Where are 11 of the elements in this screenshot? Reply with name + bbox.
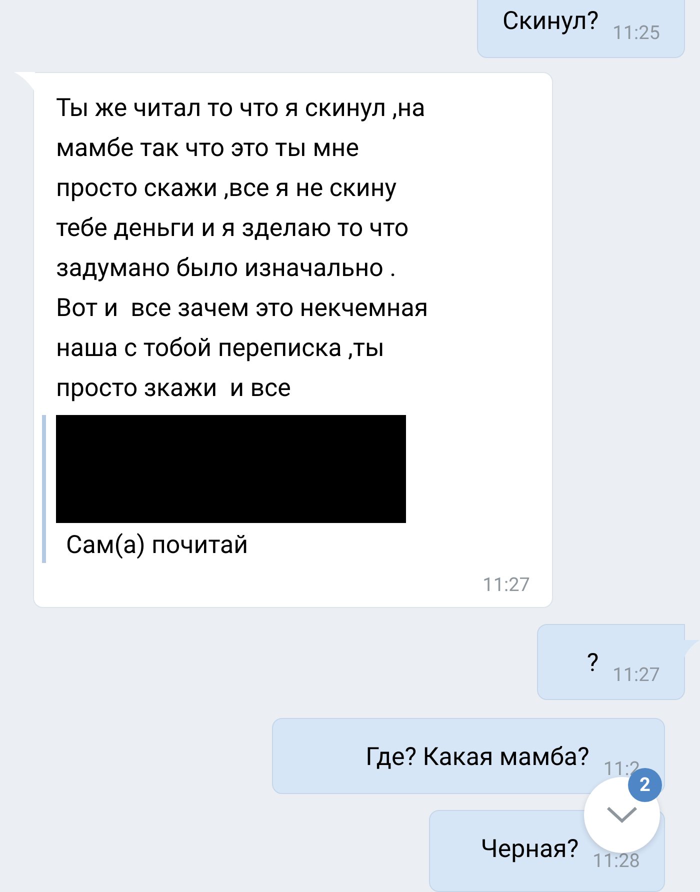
message-time: 11:25 [612, 21, 660, 45]
message-text: Черная? [480, 834, 579, 866]
message-text: ? [586, 648, 599, 680]
message-text: Скинул? [502, 6, 599, 38]
message-time: 11:27 [482, 573, 530, 597]
message-text: Где? Какая мамба? [366, 742, 590, 774]
message-text: Ты же читал то что я скинул ,на мамбе так что это ты мне просто скажи ,все я не скину тебе деньги и я зделаю то что задумано было изначально . Вот и все зачем это некчемная наша с тобой переписка ,ты просто зкажи и все [56, 93, 430, 405]
quote-text: Сам(а) почитай [65, 530, 250, 562]
message-time: 11:28 [592, 849, 640, 873]
message-time: 11:27 [612, 663, 660, 687]
chevron-down-icon [606, 806, 638, 824]
